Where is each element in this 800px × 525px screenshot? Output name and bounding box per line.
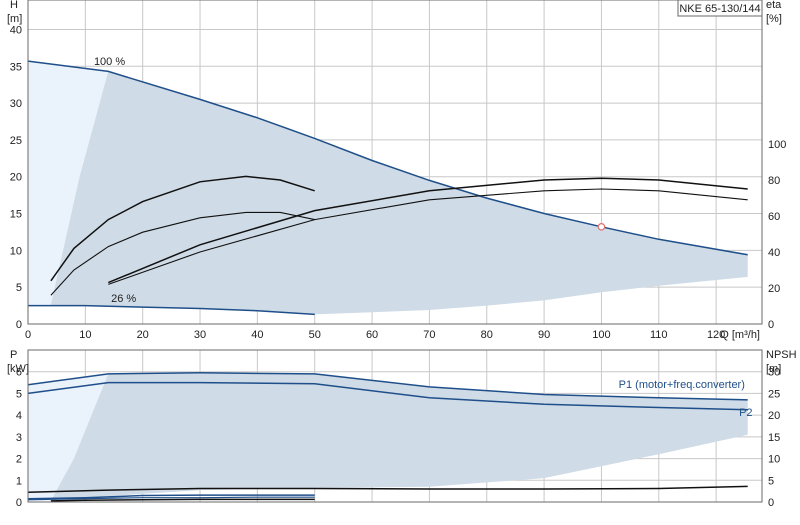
x-tick-label: 80 <box>481 329 493 341</box>
x-tick-label: 70 <box>423 329 435 341</box>
x-tick-label: 30 <box>194 329 206 341</box>
x-tick-label: 0 <box>25 329 31 341</box>
y-tick-label: 25 <box>10 135 22 147</box>
y-right-axis-unit: [m] <box>766 363 781 375</box>
x-tick-label: 110 <box>650 329 668 341</box>
series-line-p_min_3 <box>50 498 315 502</box>
y-tick-label: 3 <box>16 432 22 444</box>
x-axis-label: Q [m³/h] <box>720 329 760 341</box>
series-label: P2 <box>739 407 752 419</box>
y-right-axis-label: NPSH <box>766 349 797 361</box>
y-right-tick-label: 25 <box>768 388 780 400</box>
series-label: P1 (motor+freq.converter) <box>619 379 745 391</box>
annotation-label: 100 % <box>94 56 125 68</box>
y-right-tick-label: 10 <box>768 454 780 466</box>
y-right-tick-label: 20 <box>768 410 780 422</box>
y-tick-label: 30 <box>10 98 22 110</box>
y-right-axis-label: eta <box>766 0 782 11</box>
y-right-tick-label: 80 <box>768 175 780 187</box>
y-tick-label: 0 <box>16 497 22 509</box>
y-right-tick-label: 40 <box>768 247 780 259</box>
duty-point <box>597 223 606 231</box>
chart-title: NKE 65-130/144 <box>679 3 760 15</box>
annotation-label: 26 % <box>111 293 136 305</box>
y-axis-unit: [m] <box>7 13 22 25</box>
y-right-tick-label: 0 <box>768 319 774 331</box>
y-tick-label: 4 <box>16 410 22 422</box>
chart-svg: 0510152025303540020406080100H[m]eta[%]0 1… <box>7 0 797 509</box>
y-tick-label: 5 <box>16 388 22 400</box>
x-tick-label: 100 <box>592 329 610 341</box>
operating-area <box>28 61 748 315</box>
y-tick-label: 20 <box>10 172 22 184</box>
x-tick-label: 60 <box>366 329 378 341</box>
y-tick-label: 0 <box>16 319 22 331</box>
y-axis-label: H <box>10 0 18 11</box>
panel-power <box>27 349 763 503</box>
x-tick-label: 40 <box>251 329 263 341</box>
y-axis-unit: [kW] <box>7 363 29 375</box>
pump-curve-chart: 0 5 10 15 20 25 30 35 40 0 20 40 60 80 100 H [m] eta [%] 0 1… <box>0 0 800 520</box>
x-tick-label: 50 <box>309 329 321 341</box>
y-tick-label: 1 <box>16 475 22 487</box>
y-right-tick-label: 60 <box>768 211 780 223</box>
y-right-axis-unit: [%] <box>766 13 782 25</box>
x-tick-label: 20 <box>137 329 149 341</box>
y-tick-label: 5 <box>16 282 22 294</box>
y-axis-label: P <box>10 349 17 361</box>
x-tick-label: 90 <box>538 329 550 341</box>
y-right-tick-label: 0 <box>768 497 774 509</box>
y-tick-label: 40 <box>10 24 22 36</box>
y-tick-label: 35 <box>10 61 22 73</box>
y-tick-label: 10 <box>10 245 22 257</box>
x-tick-label: 10 <box>79 329 91 341</box>
panel-performance <box>27 0 763 325</box>
y-tick-label: 2 <box>16 454 22 466</box>
y-right-tick-label: 15 <box>768 432 780 444</box>
y-right-tick-label: 100 <box>768 139 786 151</box>
y-right-tick-label: 20 <box>768 283 780 295</box>
y-right-tick-label: 5 <box>768 475 774 487</box>
y-tick-label: 15 <box>10 209 22 221</box>
